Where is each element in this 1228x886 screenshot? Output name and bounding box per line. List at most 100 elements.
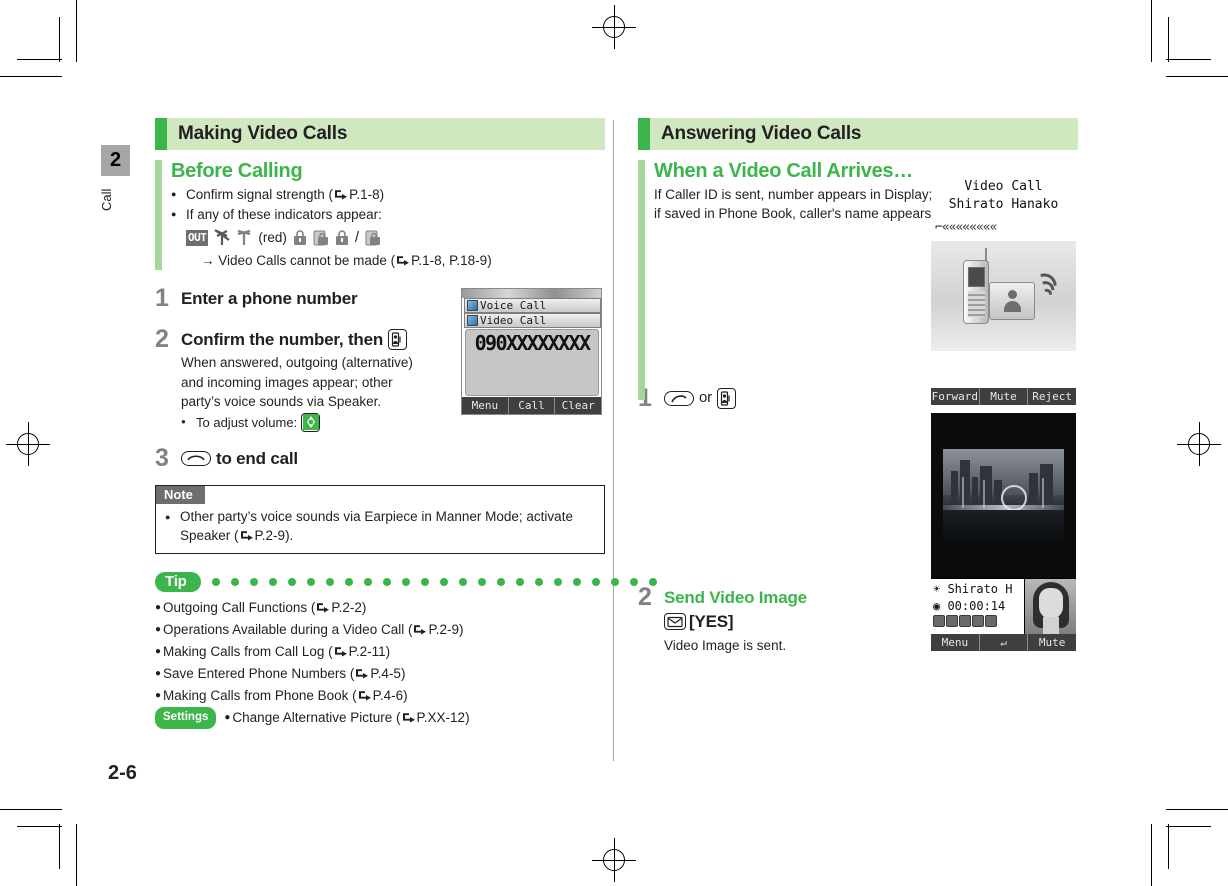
crop-mark-top-right-h — [1166, 76, 1228, 77]
tip-item-1[interactable]: Operations Available during a Video Call… — [155, 619, 605, 641]
subsection-bar — [638, 160, 645, 400]
right-step-2-key-label: [YES] — [689, 612, 734, 632]
reference-icon — [358, 691, 371, 701]
section-title: Answering Video Calls — [661, 123, 862, 144]
reference-icon — [335, 190, 348, 200]
crop-mark-top-left-v2 — [59, 17, 60, 62]
reference-icon — [317, 603, 330, 613]
tip-dot — [477, 578, 486, 587]
incall-softkey-mute[interactable]: Mute — [1028, 634, 1076, 651]
tip-dot — [211, 578, 220, 587]
dial-softkey-menu[interactable]: Menu — [462, 397, 509, 414]
incoming-softkey-mute[interactable]: Mute — [980, 388, 1029, 405]
tip-item-0[interactable]: Outgoing Call Functions (P.2-2) — [155, 597, 605, 619]
tip-item-2-text: Making Calls from Call Log ( — [163, 644, 333, 660]
subsection-title: Before Calling — [171, 160, 303, 182]
step-3-body: to end call — [181, 448, 605, 471]
subsection-body: If Caller ID is sent, number appears in … — [654, 185, 939, 223]
incoming-softkey-reject[interactable]: Reject — [1028, 388, 1076, 405]
step-2-subnote: To adjust volume: — [181, 412, 605, 432]
dial-menu-item-video-call[interactable]: Video Call — [464, 313, 601, 328]
dial-number-field[interactable]: 090XXXXXXXX — [465, 329, 599, 396]
dial-menu-item-video-call-label: Video Call — [480, 314, 547, 327]
tip-item-3-text: Save Entered Phone Numbers ( — [163, 666, 355, 682]
antenna-icon — [238, 229, 251, 245]
incall-video-area — [931, 413, 1076, 578]
registration-mark-right — [1177, 422, 1221, 466]
tip-item-4-text: Making Calls from Phone Book ( — [163, 687, 357, 703]
reference-icon — [334, 647, 347, 657]
tip-dot — [420, 578, 429, 587]
tip-item-5-text: Change Alternative Picture ( — [232, 709, 401, 725]
incall-status-icons — [933, 615, 1024, 628]
section-accent-bar — [155, 118, 167, 150]
registration-mark-bottom — [592, 838, 636, 882]
incall-softkey-switch[interactable]: ↵ — [980, 634, 1029, 651]
tip-item-2-ref: P.2-11 — [348, 644, 386, 660]
tip-item-4[interactable]: Making Calls from Phone Book (P.4-6) — [155, 685, 605, 707]
tip-dot — [325, 578, 334, 587]
tip-dot — [287, 578, 296, 587]
note-bullet: Other party’s voice sounds via Earpiece … — [165, 508, 595, 546]
incall-timer: ◉ 00:00:14 — [933, 598, 1006, 613]
section-title: Making Video Calls — [178, 123, 348, 144]
crop-mark-bottom-left-h2 — [17, 826, 62, 827]
crop-mark-top-left-h2 — [17, 59, 62, 60]
crop-mark-top-left-h — [0, 76, 62, 77]
dial-softkey-call[interactable]: Call — [509, 397, 556, 414]
incall-softkey-menu[interactable]: Menu — [931, 634, 980, 651]
tip-dot — [458, 578, 467, 587]
indicator-red-label: (red) — [258, 230, 287, 246]
tip-item-2[interactable]: Making Calls from Call Log (P.2-11) — [155, 641, 605, 663]
subsection-bar — [155, 160, 162, 270]
manual-page: 2 Call 2-6 Making Video Calls Before Cal… — [0, 0, 1228, 886]
note-ref: P.2-9 — [254, 527, 286, 543]
tip-dot-row — [211, 578, 657, 587]
registration-mark-top — [592, 5, 636, 49]
screenshot-incoming-video-call: Video Call Shirato Hanako ⌐«««««««« Forw… — [931, 168, 1076, 405]
lock-icon-2 — [335, 230, 348, 245]
incoming-blank-area — [931, 351, 1076, 384]
indicator-result-arrow: → — [201, 252, 215, 268]
step-2-description: When answered, outgoing (alternative) an… — [181, 355, 413, 410]
step-1-heading-text: Enter a phone number — [181, 288, 358, 308]
dial-softkey-clear[interactable]: Clear — [555, 397, 601, 414]
mail-key-icon — [664, 613, 686, 631]
tip-item-5-bullet: ● — [224, 711, 231, 723]
dial-screen-wallpaper-strip — [462, 289, 601, 298]
tip-badge: Tip — [155, 572, 201, 593]
crop-mark-bottom-left-h — [0, 809, 62, 810]
video-call-icon — [467, 315, 478, 326]
signal-status-icon — [959, 615, 971, 628]
incoming-softkey-forward[interactable]: Forward — [931, 388, 980, 405]
incall-softkey-bar: Menu ↵ Mute — [931, 634, 1076, 651]
reference-icon — [356, 669, 369, 679]
screenshot-video-call-in-progress: ☀ Shirato H ◉ 00:00:14 Menu ↵ Mute — [931, 413, 1076, 651]
indicator-result-text: Video Calls cannot be made ( — [218, 252, 396, 268]
indicator-result-line: → Video Calls cannot be made (P.1-8, P.1… — [201, 252, 492, 268]
right-step-2-number: 2 — [638, 583, 652, 611]
note-label: Note — [156, 485, 205, 504]
note-box: Note Other party’s voice sounds via Earp… — [155, 484, 605, 555]
antenna-crossed-icon — [214, 229, 231, 245]
dial-softkey-bar: Menu Call Clear — [462, 397, 601, 414]
tip-dot — [515, 578, 524, 587]
tip-item-5[interactable]: Settings ● Change Alternative Picture (P.… — [155, 706, 605, 729]
indicator-icon-row: OUT (red) / — [186, 227, 605, 248]
tip-item-3-ref: P.4-5 — [370, 666, 401, 682]
tip-list: Outgoing Call Functions (P.2-2) Operatio… — [155, 597, 605, 729]
dial-menu-item-voice-call[interactable]: Voice Call — [464, 298, 601, 313]
tip-item-3[interactable]: Save Entered Phone Numbers (P.4-5) — [155, 663, 605, 685]
speaker-status-icon — [933, 615, 945, 628]
section-header-making-video-calls: Making Video Calls — [155, 118, 605, 150]
chapter-number-tab: 2 — [101, 145, 130, 176]
video-call-key-icon — [388, 328, 408, 350]
tip-dot — [572, 578, 581, 587]
crop-mark-bottom-left-v2 — [59, 824, 60, 869]
lock-card-icon — [313, 230, 328, 246]
subsection-line-2: if saved in Phone Book, caller's name ap… — [654, 206, 935, 222]
end-call-key-icon — [181, 450, 211, 466]
step-3-number: 3 — [155, 443, 169, 472]
tip-dot — [496, 578, 505, 587]
tip-dot — [230, 578, 239, 587]
